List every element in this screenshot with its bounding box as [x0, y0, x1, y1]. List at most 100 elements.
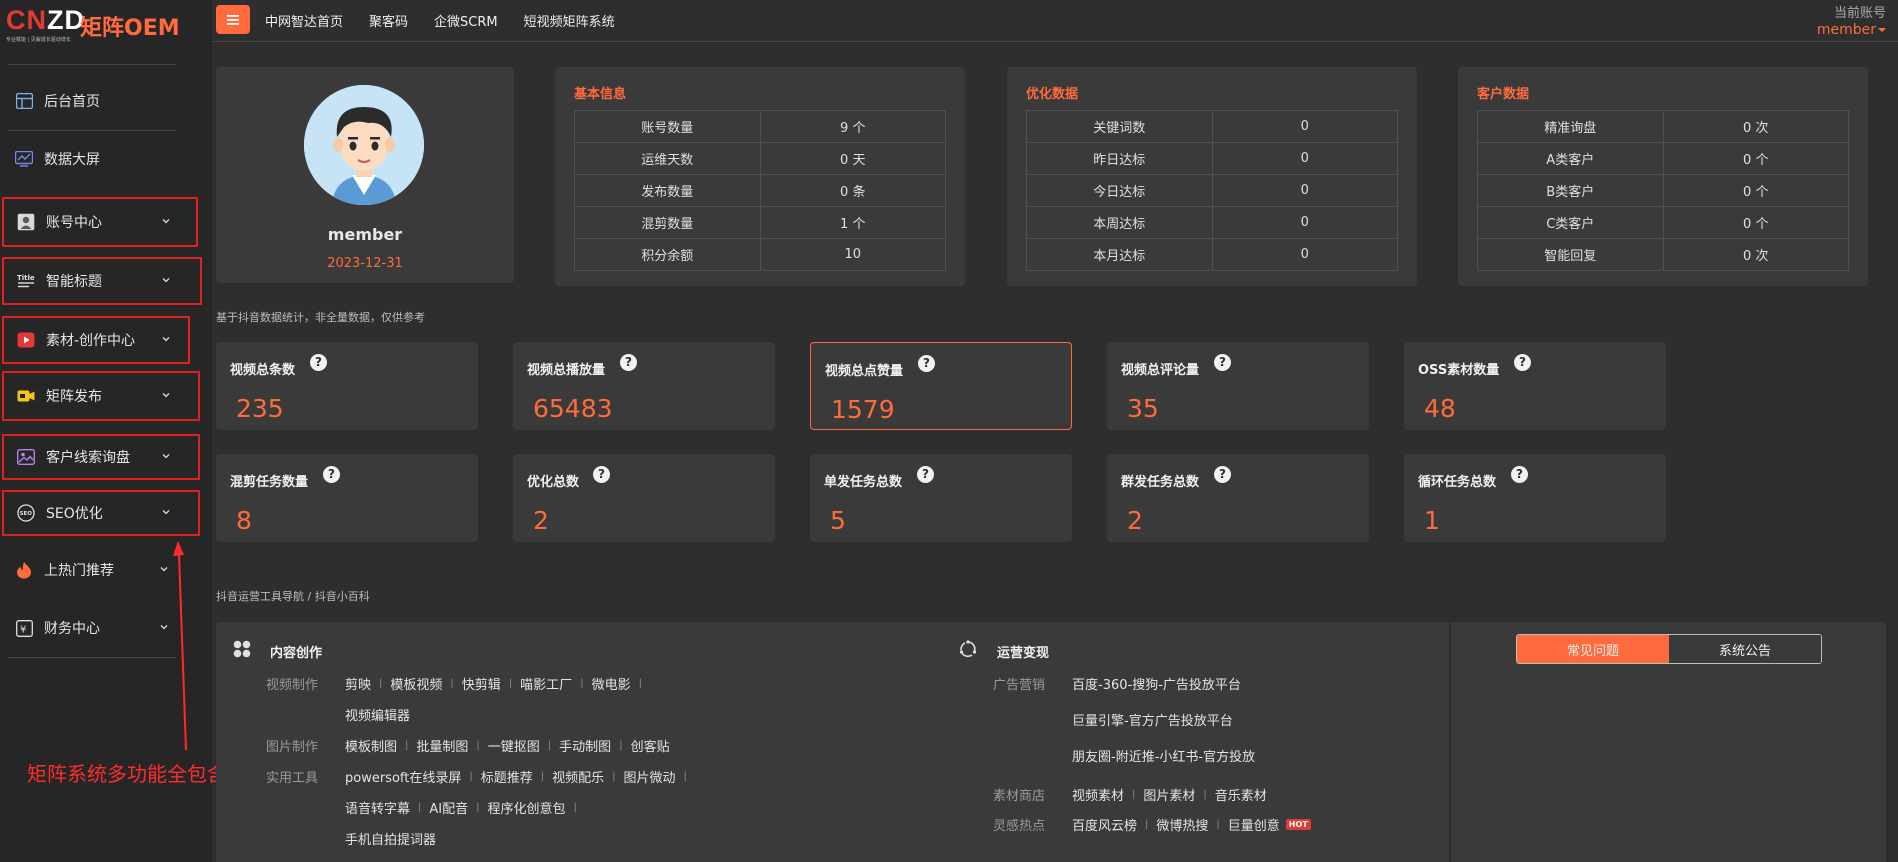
- sidebar-item-home[interactable]: 后台首页: [2, 76, 198, 126]
- util-tool-links: powersoft在线录屏 | 标题推荐 | 视频配乐 | 图片微动 |: [345, 767, 695, 786]
- sidebar-item-smart-title[interactable]: Title 智能标题: [2, 257, 202, 305]
- help-icon[interactable]: ?: [1511, 466, 1528, 483]
- optimize-info-panel: 优化数据 关键词数 0 昨日达标 0 今日达标 0 本周达标 0 本月达标 0: [1007, 67, 1417, 286]
- ad-link: 朋友圈-附近推-小红书-官方投放: [1072, 746, 1255, 765]
- chart-icon: [13, 149, 35, 169]
- stat-card-video-count[interactable]: 视频总条数 ? 235: [216, 342, 478, 430]
- table-row: 发布数量 0 条: [574, 174, 946, 207]
- tool-link[interactable]: 手动制图: [559, 736, 611, 755]
- tab-faq[interactable]: 常见问题: [1517, 635, 1669, 663]
- tool-link[interactable]: 模板制图: [345, 736, 397, 755]
- table-row: 本月达标 0: [1026, 238, 1398, 271]
- sidebar-item-hot-recommend[interactable]: 上热门推荐: [2, 545, 198, 595]
- tool-link[interactable]: 语音转字幕: [345, 798, 410, 817]
- help-icon[interactable]: ?: [1514, 354, 1531, 371]
- sidebar-item-finance[interactable]: ¥ 财务中心: [2, 603, 198, 653]
- table-row: 精准询盘 0 次: [1477, 110, 1849, 143]
- tool-link[interactable]: 音乐素材: [1215, 785, 1267, 804]
- sidebar-item-data-screen[interactable]: 数据大屏: [2, 134, 198, 184]
- tool-link[interactable]: 创客贴: [631, 736, 670, 755]
- tool-link[interactable]: 巨量引擎-官方广告投放平台: [1072, 710, 1233, 729]
- tool-link[interactable]: 图片素材: [1143, 785, 1195, 804]
- table-row: B类客户 0 个: [1477, 174, 1849, 207]
- profile-name: member: [327, 225, 403, 244]
- stat-label: 视频总点赞量: [825, 364, 904, 379]
- stat-card-oss-count[interactable]: OSS素材数量 ? 48: [1404, 342, 1666, 430]
- tool-link[interactable]: 朋友圈-附近推-小红书-官方投放: [1072, 746, 1255, 765]
- help-icon[interactable]: ?: [310, 354, 327, 371]
- tool-link[interactable]: 视频编辑器: [345, 705, 410, 724]
- stat-card-comment-count[interactable]: 视频总评论量 ? 35: [1107, 342, 1369, 430]
- account-label: 当前账号: [1833, 6, 1886, 21]
- customer-info-table: 精准询盘 0 次 A类客户 0 个 B类客户 0 个 C类客户 0 个 智能回复 0 次: [1477, 110, 1849, 271]
- sidebar-item-seo[interactable]: SEO SEO优化: [2, 490, 200, 536]
- tool-link[interactable]: 批量制图: [416, 736, 468, 755]
- tab-announcement[interactable]: 系统公告: [1669, 635, 1821, 663]
- tool-link[interactable]: 标题推荐: [481, 767, 533, 786]
- brand-logo[interactable]: CNZD 专业赋能 | 见解成长驱动增长 矩阵OEM: [6, 6, 206, 48]
- nav-link-jukema[interactable]: 聚客码: [369, 11, 408, 30]
- logo-mark: CNZD: [6, 5, 85, 35]
- account-name[interactable]: member: [1817, 22, 1886, 38]
- tool-link[interactable]: 百度-360-搜狗-广告投放平台: [1072, 674, 1241, 693]
- tool-link[interactable]: AI配音: [429, 798, 468, 817]
- tool-link[interactable]: 模板视频: [390, 674, 442, 693]
- tool-link[interactable]: 微电影: [592, 674, 631, 693]
- help-icon[interactable]: ?: [1214, 466, 1231, 483]
- avatar[interactable]: [304, 85, 424, 205]
- stats-note: 基于抖音数据统计，非全量数据，仅供参考: [216, 311, 425, 324]
- profile-card: member 2023-12-31: [216, 67, 514, 283]
- sidebar-item-account-center[interactable]: 账号中心: [2, 197, 198, 247]
- tool-link[interactable]: 程序化创意包: [488, 798, 566, 817]
- tool-link[interactable]: 喵影工厂: [520, 674, 572, 693]
- help-icon[interactable]: ?: [620, 354, 637, 371]
- nav-link-scrm[interactable]: 企微SCRM: [434, 11, 498, 30]
- stat-card-optimize-total[interactable]: 优化总数 ? 2: [513, 454, 775, 542]
- account-menu[interactable]: 当前账号 member: [1817, 2, 1886, 38]
- video-tool-links-2: 视频编辑器: [345, 705, 410, 724]
- tool-link[interactable]: 微博热搜: [1156, 815, 1208, 834]
- tool-link[interactable]: powersoft在线录屏: [345, 767, 461, 786]
- topbar: 中网智达首页 聚客码 企微SCRM 短视频矩阵系统 当前账号 member: [212, 0, 1898, 42]
- util-tool-links-2: 语音转字幕 | AI配音 | 程序化创意包 |: [345, 798, 585, 817]
- stat-card-like-count[interactable]: 视频总点赞量 ? 1579: [810, 342, 1072, 430]
- help-icon[interactable]: ?: [918, 355, 935, 372]
- tool-link[interactable]: 百度风云榜: [1072, 815, 1137, 834]
- tool-link[interactable]: 快剪辑: [462, 674, 501, 693]
- sidebar-item-label: 账号中心: [46, 215, 102, 231]
- category-label: 实用工具: [266, 771, 319, 786]
- sidebar-item-customer-leads[interactable]: 客户线索询盘: [2, 434, 200, 480]
- stat-card-loop-tasks[interactable]: 循环任务总数 ? 1: [1404, 454, 1666, 542]
- tool-link[interactable]: 视频配乐: [552, 767, 604, 786]
- nav-link-home[interactable]: 中网智达首页: [265, 11, 343, 30]
- svg-text:Title: Title: [17, 274, 35, 282]
- sidebar-divider: [8, 130, 176, 131]
- faq-panel: 常见问题 系统公告: [1451, 622, 1886, 862]
- stat-card-play-count[interactable]: 视频总播放量 ? 65483: [513, 342, 775, 430]
- sidebar-item-material-creation[interactable]: 素材-创作中心: [2, 316, 190, 364]
- help-icon[interactable]: ?: [323, 466, 340, 483]
- tool-link[interactable]: 视频素材: [1072, 785, 1124, 804]
- menu-toggle-button[interactable]: [216, 5, 250, 34]
- dashboard-icon: [13, 91, 35, 111]
- tool-link[interactable]: 手机自拍提词器: [345, 829, 436, 848]
- store-links: 视频素材 | 图片素材 | 音乐素材: [1072, 785, 1267, 804]
- stat-card-mix-tasks[interactable]: 混剪任务数量 ? 8: [216, 454, 478, 542]
- tool-link[interactable]: 巨量创意: [1228, 815, 1280, 834]
- hot-badge: HOT: [1285, 819, 1311, 830]
- brand-name: 矩阵OEM: [80, 16, 180, 41]
- stat-value: 48: [1424, 394, 1456, 423]
- stat-value: 1579: [831, 395, 895, 424]
- chevron-down-icon: [160, 625, 168, 630]
- tool-link[interactable]: 图片微动: [624, 767, 676, 786]
- help-icon[interactable]: ?: [917, 466, 934, 483]
- help-icon[interactable]: ?: [593, 466, 610, 483]
- help-icon[interactable]: ?: [1214, 354, 1231, 371]
- stat-card-group-tasks[interactable]: 群发任务总数 ? 2: [1107, 454, 1369, 542]
- sidebar-item-matrix-publish[interactable]: 矩阵发布: [2, 371, 200, 421]
- tool-link[interactable]: 一键抠图: [488, 736, 540, 755]
- chevron-down-icon: [160, 567, 168, 572]
- nav-link-matrix[interactable]: 短视频矩阵系统: [524, 11, 615, 30]
- stat-card-single-tasks[interactable]: 单发任务总数 ? 5: [810, 454, 1072, 542]
- tool-link[interactable]: 剪映: [345, 674, 371, 693]
